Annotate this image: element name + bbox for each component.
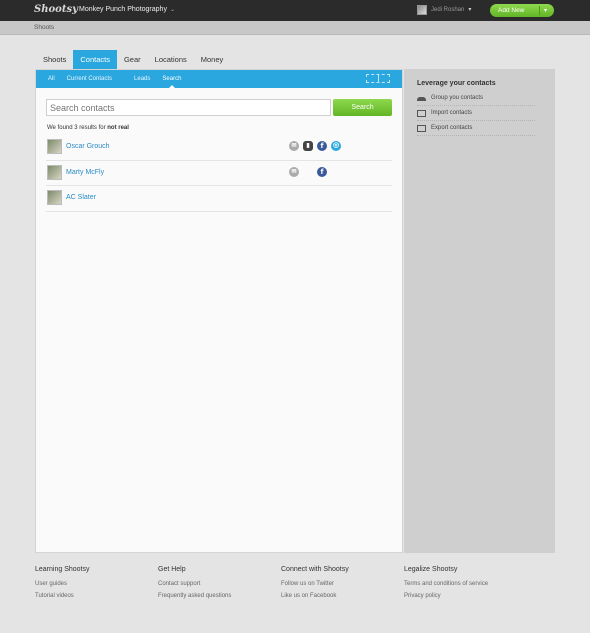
contact-name[interactable]: Marty McFly bbox=[66, 169, 104, 176]
caret-down-icon[interactable]: ▾ bbox=[540, 7, 547, 14]
group-contacts-link[interactable]: Group you contacts bbox=[417, 91, 535, 106]
top-bar: Shootsy Monkey Punch Photography ⌄ Jedi R… bbox=[0, 0, 590, 21]
subtab-search[interactable]: Search bbox=[156, 70, 187, 88]
footer-link[interactable]: Follow us on Twitter bbox=[281, 578, 404, 590]
main-tabs: Shoots Contacts Gear Locations Money bbox=[36, 50, 230, 69]
avatar bbox=[47, 139, 62, 154]
chevron-down-icon: ⌄ bbox=[169, 7, 175, 13]
studio-name: Monkey Punch Photography bbox=[79, 6, 167, 13]
list-view-icon[interactable] bbox=[367, 75, 379, 82]
email-icon[interactable]: ✉ bbox=[289, 141, 299, 151]
list-item[interactable]: Oscar Grouch ✉ ▮ f ◎ bbox=[46, 135, 392, 161]
tab-locations[interactable]: Locations bbox=[148, 50, 194, 69]
avatar bbox=[47, 164, 62, 180]
list-item[interactable]: AC Slater bbox=[46, 186, 392, 212]
footer-heading: Connect with Shootsy bbox=[281, 566, 349, 573]
footer-link[interactable]: Frequently asked questions bbox=[158, 590, 281, 602]
results-query: not real bbox=[107, 125, 129, 131]
add-new-label: Add New bbox=[498, 7, 525, 14]
studio-switcher[interactable]: Monkey Punch Photography ⌄ bbox=[79, 6, 175, 13]
shootsy-logo[interactable]: Shootsy bbox=[34, 4, 78, 15]
tab-contacts[interactable]: Contacts bbox=[73, 50, 117, 69]
user-avatar[interactable] bbox=[417, 5, 427, 15]
subtab-leads[interactable]: Leads bbox=[128, 70, 156, 88]
footer-column: Learning Shootsy User guides Tutorial vi… bbox=[35, 566, 158, 602]
side-item-label: Group you contacts bbox=[431, 95, 484, 101]
facebook-icon[interactable]: f bbox=[317, 141, 327, 151]
footer-link[interactable]: Privacy policy bbox=[404, 590, 527, 602]
tab-money[interactable]: Money bbox=[194, 50, 231, 69]
footer-link[interactable]: Contact support bbox=[158, 578, 281, 590]
footer-link[interactable]: Tutorial videos bbox=[35, 590, 158, 602]
results-summary: We found 3 results for not real bbox=[47, 125, 129, 131]
tab-gear[interactable]: Gear bbox=[117, 50, 148, 69]
footer-column: Get Help Contact support Frequently aske… bbox=[158, 566, 281, 602]
footer-heading: Legalize Shootsy bbox=[404, 566, 458, 573]
facebook-icon[interactable]: f bbox=[317, 166, 327, 177]
contacts-panel: All Current Contacts Leads Search Search… bbox=[35, 69, 403, 553]
search-input[interactable] bbox=[46, 99, 332, 116]
contact-name[interactable]: AC Slater bbox=[66, 194, 96, 201]
footer-link[interactable]: Terms and conditions of service bbox=[404, 578, 527, 590]
side-panel: Leverage your contacts Group you contact… bbox=[404, 69, 555, 553]
side-item-label: Export contacts bbox=[431, 125, 473, 131]
export-contacts-link[interactable]: Export contacts bbox=[417, 121, 535, 136]
side-item-label: Import contacts bbox=[431, 110, 473, 116]
email-icon[interactable]: ✉ bbox=[289, 166, 299, 177]
user-menu[interactable]: Jedi Roshan ▾ bbox=[431, 6, 471, 13]
sub-tabs: All Current Contacts Leads Search bbox=[36, 70, 402, 88]
footer-column: Legalize Shootsy Terms and conditions of… bbox=[404, 566, 527, 602]
footer-link[interactable]: Like us on Facebook bbox=[281, 590, 404, 602]
phone-icon[interactable]: ▮ bbox=[303, 141, 313, 151]
import-contacts-link[interactable]: Import contacts bbox=[417, 106, 535, 121]
add-new-button[interactable]: Add New ▾ bbox=[490, 4, 554, 17]
contact-list: Oscar Grouch ✉ ▮ f ◎ Marty McFly ✉ f AC … bbox=[46, 135, 392, 212]
group-icon bbox=[417, 95, 426, 102]
contact-name[interactable]: Oscar Grouch bbox=[66, 143, 110, 150]
breadcrumb-bar: Shoots bbox=[0, 21, 590, 35]
globe-icon[interactable]: ◎ bbox=[331, 141, 341, 151]
view-toggle[interactable] bbox=[366, 74, 390, 83]
footer-column: Connect with Shootsy Follow us on Twitte… bbox=[281, 566, 404, 602]
footer-heading: Learning Shootsy bbox=[35, 566, 90, 573]
search-row: Search bbox=[46, 99, 392, 116]
footer-link[interactable]: User guides bbox=[35, 578, 158, 590]
user-name: Jedi Roshan bbox=[431, 7, 465, 13]
side-title: Leverage your contacts bbox=[417, 80, 496, 87]
export-icon bbox=[417, 124, 426, 132]
subtab-all[interactable]: All bbox=[42, 70, 61, 88]
import-icon bbox=[417, 109, 426, 117]
avatar bbox=[47, 190, 62, 205]
list-item[interactable]: Marty McFly ✉ f bbox=[46, 161, 392, 186]
grid-view-icon[interactable] bbox=[379, 75, 390, 82]
subtab-current-contacts[interactable]: Current Contacts bbox=[61, 70, 118, 88]
search-button[interactable]: Search bbox=[333, 99, 392, 116]
results-prefix: We found 3 results for bbox=[47, 125, 106, 131]
caret-down-icon: ▾ bbox=[468, 7, 472, 13]
tab-shoots[interactable]: Shoots bbox=[36, 50, 73, 69]
footer: Learning Shootsy User guides Tutorial vi… bbox=[35, 566, 555, 602]
footer-heading: Get Help bbox=[158, 566, 186, 573]
breadcrumb[interactable]: Shoots bbox=[34, 24, 54, 31]
